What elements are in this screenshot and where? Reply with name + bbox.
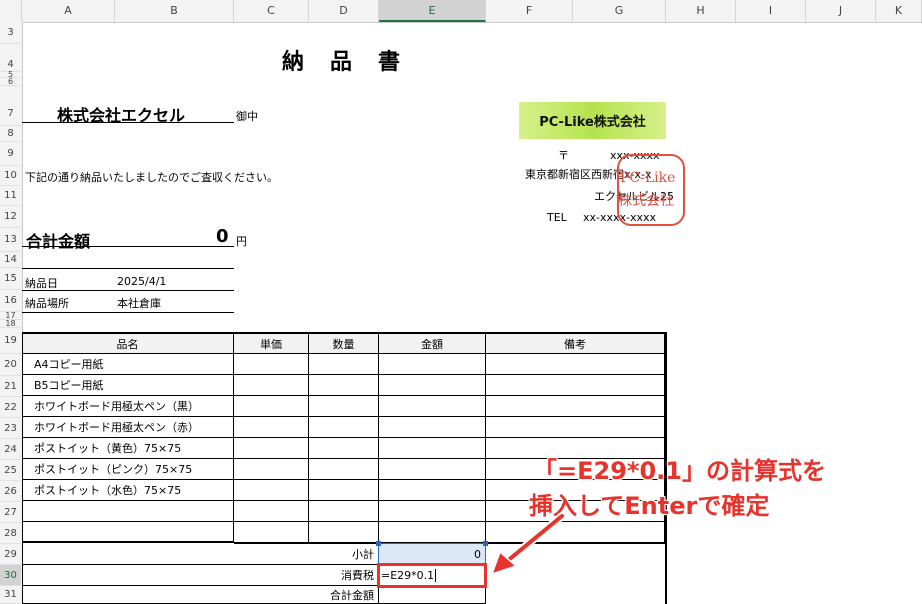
grand-total-value-cell[interactable] xyxy=(379,586,486,604)
column-header-f[interactable]: F xyxy=(486,0,573,22)
delivery-place-value: 本社倉庫 xyxy=(117,297,161,310)
row-header[interactable]: 29 xyxy=(0,544,21,565)
row-header[interactable]: 13 xyxy=(0,228,21,252)
row-header[interactable]: 27 xyxy=(0,502,21,523)
item-name-cell[interactable] xyxy=(22,522,234,543)
selection-handle[interactable] xyxy=(376,541,381,546)
column-header-d[interactable]: D xyxy=(309,0,379,22)
grid-line xyxy=(234,437,666,438)
column-header-c[interactable]: C xyxy=(234,0,309,22)
header-amount[interactable]: 金額 xyxy=(379,332,486,354)
row-header[interactable]: 31 xyxy=(0,586,21,604)
selection-outline xyxy=(378,543,486,565)
annotation-arrow-icon xyxy=(490,512,566,576)
row-header[interactable]: 23 xyxy=(0,418,21,439)
row-header[interactable]: 20 xyxy=(0,354,21,376)
row-header[interactable]: 10 xyxy=(0,166,21,186)
column-header-g[interactable]: G xyxy=(573,0,666,22)
annotation-line1: 「=E29*0.1」の計算式を xyxy=(533,457,826,485)
row-header[interactable]: 11 xyxy=(0,186,21,206)
column-header-h[interactable]: H xyxy=(666,0,736,22)
row-header[interactable]: 30 xyxy=(0,565,21,586)
grand-total-label: 合計金額 xyxy=(330,588,374,602)
grid-line xyxy=(234,416,666,417)
item-name-cell[interactable] xyxy=(22,501,234,522)
row-header[interactable]: 7 xyxy=(0,86,21,126)
tax-label-cell: 消費税 xyxy=(22,565,379,586)
row14-underline xyxy=(22,268,234,269)
delivery-place-underline xyxy=(22,312,234,313)
delivery-date-label: 納品日 xyxy=(25,277,58,290)
row-header[interactable]: 16 xyxy=(0,290,21,312)
subtotal-label: 小計 xyxy=(352,548,374,561)
corner-select-all[interactable] xyxy=(0,0,22,22)
row-header[interactable]: 4 xyxy=(0,44,21,72)
grid-line xyxy=(234,521,666,522)
tax-label: 消費税 xyxy=(341,569,374,582)
intro-text: 下記の通り納品いたしましたのでご査収ください。 xyxy=(25,171,278,184)
grand-total-label-cell: 合計金額 xyxy=(22,586,379,604)
grid-line xyxy=(308,354,309,543)
column-header-j[interactable]: J xyxy=(806,0,876,22)
row-header[interactable]: 28 xyxy=(0,523,21,544)
tel-label: TEL xyxy=(547,211,567,224)
total-unit: 円 xyxy=(236,235,247,248)
row-header[interactable]: 26 xyxy=(0,481,21,502)
row-header[interactable]: 8 xyxy=(0,126,21,142)
item-name-cell[interactable]: ホワイトボード用極太ペン（黒） xyxy=(22,396,234,417)
seal-line2: 株式会社 xyxy=(618,193,674,209)
item-name-cell[interactable]: ポストイット（ピンク）75×75 xyxy=(22,459,234,480)
subtotal-label-cell: 小計 xyxy=(22,544,379,565)
row-header[interactable]: 21 xyxy=(0,376,21,397)
row-header[interactable]: 12 xyxy=(0,206,21,228)
recipient-honorific: 御中 xyxy=(236,110,258,123)
total-label: 合計金額 xyxy=(26,232,91,251)
grid-line xyxy=(378,354,379,543)
active-cell-highlight xyxy=(377,563,487,588)
row-header[interactable]: 14 xyxy=(0,252,21,268)
row-header[interactable]: 3 xyxy=(0,22,21,44)
total-underline xyxy=(22,246,234,247)
item-name-cell[interactable]: ポストイット（黄色）75×75 xyxy=(22,438,234,459)
row-header[interactable]: 6 xyxy=(0,77,21,86)
column-header-a[interactable]: A xyxy=(22,0,115,22)
delivery-place-label: 納品場所 xyxy=(25,297,69,310)
delivery-date-underline xyxy=(22,290,234,291)
row-header[interactable]: 22 xyxy=(0,397,21,418)
column-header-k[interactable]: K xyxy=(876,0,922,22)
column-header-i[interactable]: I xyxy=(736,0,806,22)
row-header[interactable]: 25 xyxy=(0,460,21,481)
header-quantity[interactable]: 数量 xyxy=(309,332,379,354)
recipient-underline xyxy=(22,122,234,123)
header-item-name[interactable]: 品名 xyxy=(22,332,234,354)
grid-line xyxy=(234,374,666,375)
delivery-date-value: 2025/4/1 xyxy=(117,275,167,288)
item-name-cell[interactable]: A4コピー用紙 xyxy=(22,354,234,375)
postal-mark: 〒 xyxy=(558,149,569,162)
column-header-b[interactable]: B xyxy=(115,0,234,22)
company-logo-text: PC-Like株式会社 xyxy=(539,115,646,130)
column-header-e[interactable]: E xyxy=(379,0,486,22)
header-remarks[interactable]: 備考 xyxy=(486,332,666,354)
row-header[interactable]: 15 xyxy=(0,268,21,290)
item-name-cell[interactable]: ポストイット（水色）75×75 xyxy=(22,480,234,501)
row-header[interactable]: 18 xyxy=(0,319,21,328)
row-header[interactable]: 9 xyxy=(0,142,21,166)
header-unit-price[interactable]: 単価 xyxy=(234,332,309,354)
grid-line xyxy=(234,395,666,396)
row-header-bar: 3 4 5 6 7 8 9 10 11 12 13 14 15 16 17 18… xyxy=(0,22,23,604)
item-name-cell[interactable]: B5コピー用紙 xyxy=(22,375,234,396)
company-logo: PC-Like株式会社 xyxy=(519,102,666,139)
row-header[interactable]: 19 xyxy=(0,328,21,354)
document-title: 納 品 書 xyxy=(282,50,403,75)
row-header[interactable]: 24 xyxy=(0,439,21,460)
column-header-bar: A B C D E F G H I J K xyxy=(0,0,922,23)
seal-line1: PC-Like xyxy=(620,170,676,186)
item-name-cell[interactable]: ホワイトボード用極太ペン（赤） xyxy=(22,417,234,438)
total-value: 0 xyxy=(216,226,229,247)
